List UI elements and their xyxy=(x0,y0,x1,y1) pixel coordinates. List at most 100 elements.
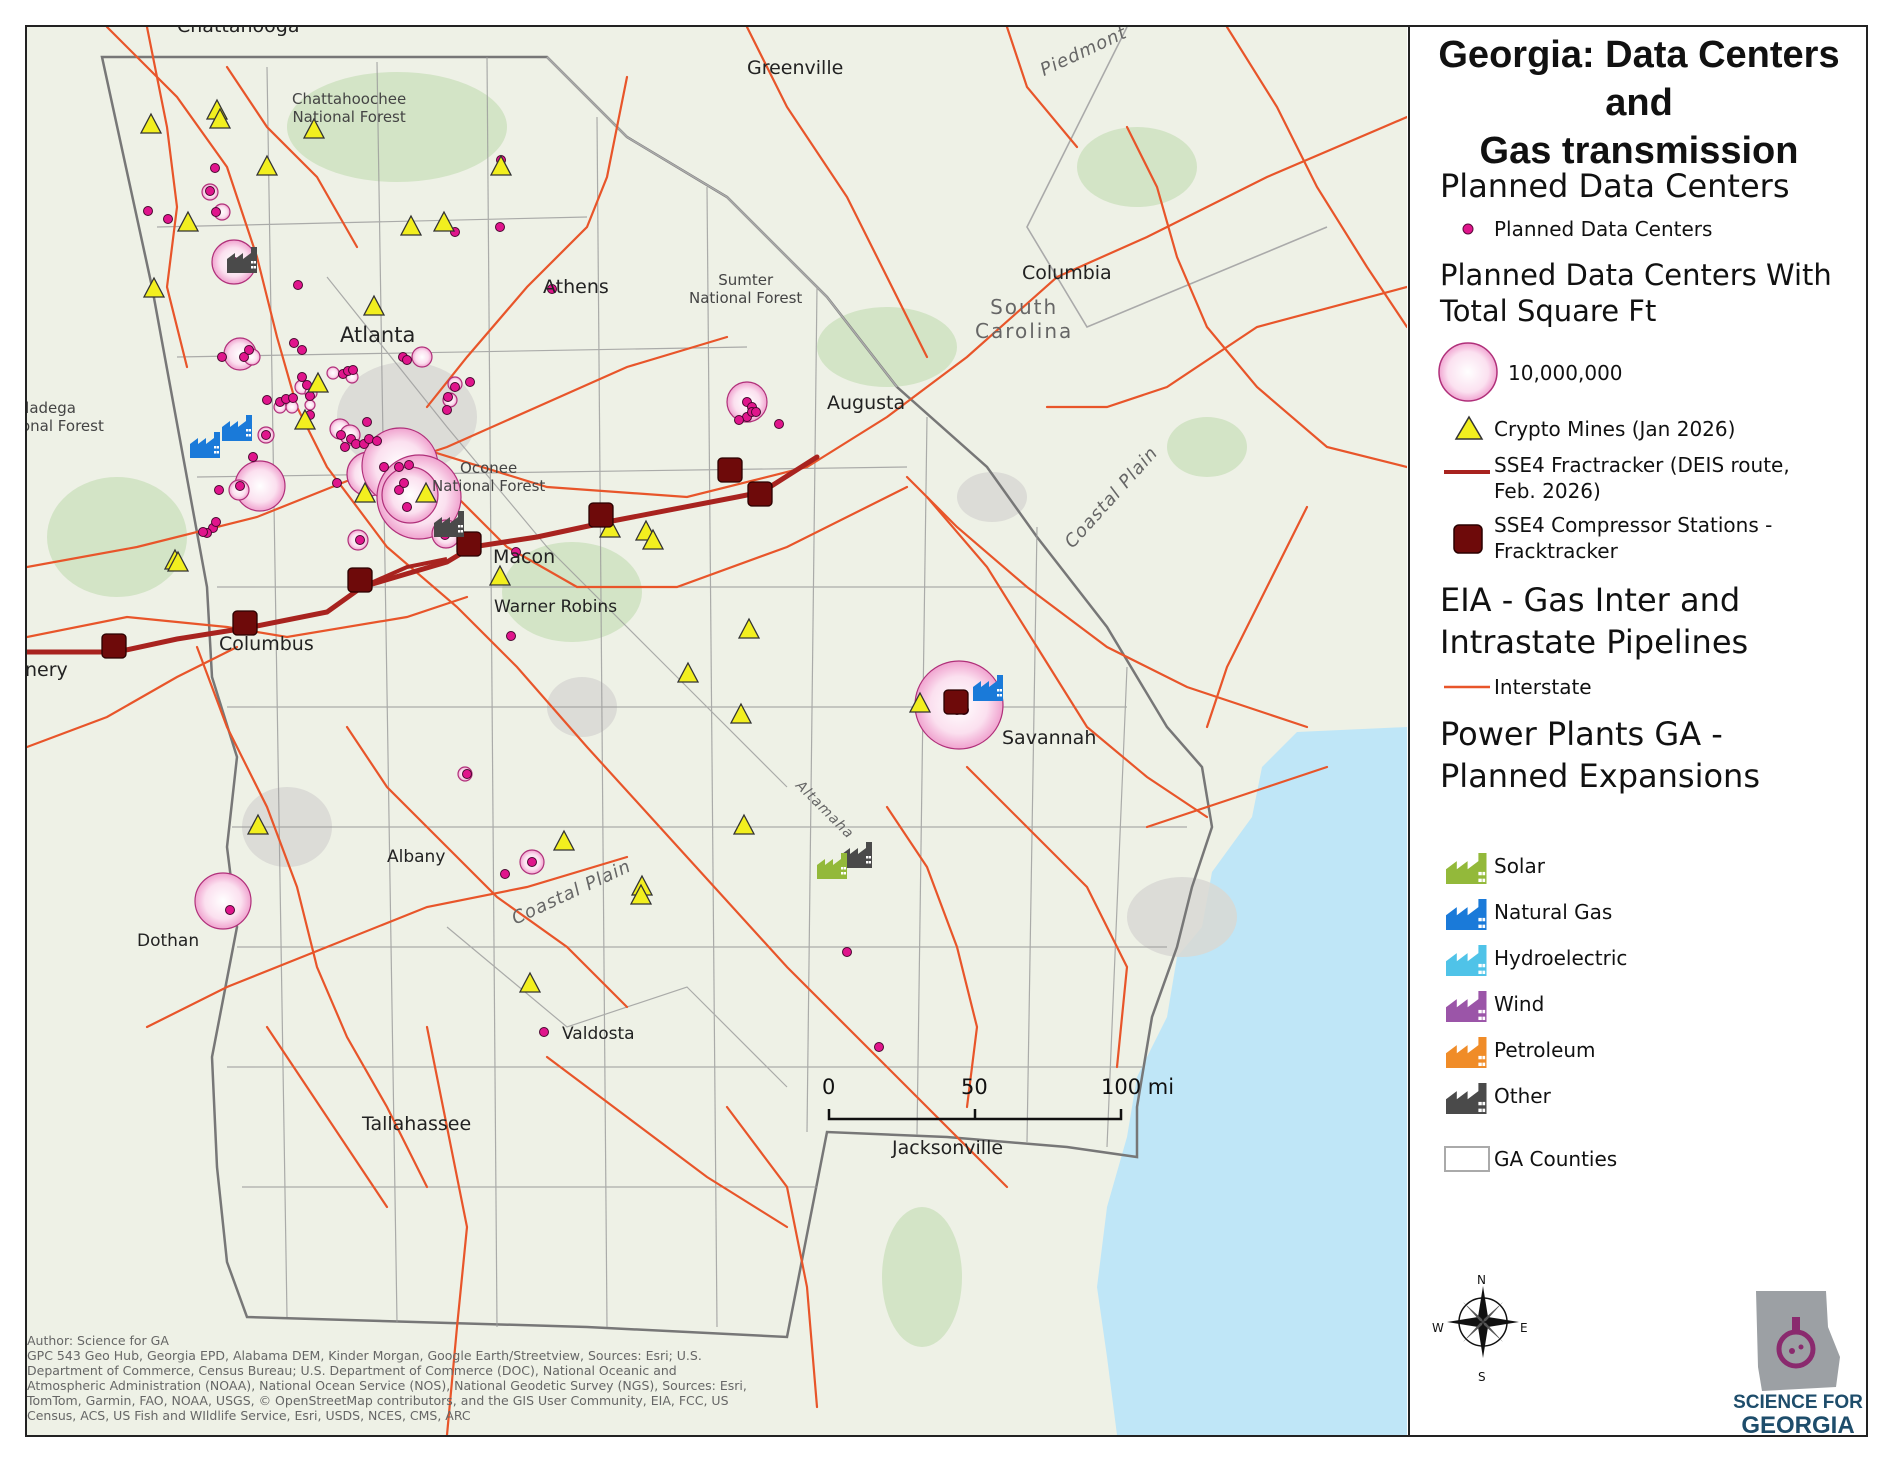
compass-s: S xyxy=(1478,1370,1486,1384)
planned-datacenter-dot[interactable] xyxy=(332,478,342,488)
planned-datacenter-dot[interactable] xyxy=(394,462,404,472)
compressor-station[interactable] xyxy=(717,457,743,483)
map-panel[interactable]: Chattanooga Greenville ChattahoocheeNati… xyxy=(27,27,1407,1435)
label-warner-robins: Warner Robins xyxy=(494,597,618,617)
label-south-carolina: South Carolina xyxy=(975,295,1074,343)
planned-datacenter-dot[interactable] xyxy=(774,419,784,429)
planned-datacenter-dot[interactable] xyxy=(288,393,298,403)
planned-datacenter-dot[interactable] xyxy=(297,345,307,355)
planned-datacenter-dot[interactable] xyxy=(348,365,358,375)
datacenter-sqft-circle[interactable] xyxy=(411,346,433,368)
planned-datacenter-dot[interactable] xyxy=(465,377,475,387)
label-atlanta: Atlanta xyxy=(340,323,416,347)
planned-datacenter-dot[interactable] xyxy=(214,485,224,495)
legend-symbol-sqft-circle xyxy=(1438,342,1498,402)
planned-datacenter-dot[interactable] xyxy=(297,372,307,382)
legend-label-interstate: Interstate xyxy=(1494,675,1592,699)
legend-heading-sqft: Planned Data Centers With Total Square F… xyxy=(1440,258,1832,328)
legend-label-other: Other xyxy=(1494,1084,1551,1108)
datacenter-sqft-circle[interactable] xyxy=(194,872,252,930)
compass-e: E xyxy=(1520,1321,1528,1335)
legend-label-crypto: Crypto Mines (Jan 2026) xyxy=(1494,417,1736,441)
planned-datacenter-dot[interactable] xyxy=(362,417,372,427)
planned-datacenter-dot[interactable] xyxy=(210,163,220,173)
legend-symbol-county xyxy=(1444,1146,1490,1172)
legend-label-compressor: SSE4 Compressor Stations - Fracktracker xyxy=(1494,513,1773,563)
other-plant-icon[interactable] xyxy=(1446,1083,1487,1114)
planned-datacenter-dot[interactable] xyxy=(205,186,215,196)
planned-datacenter-dot[interactable] xyxy=(244,345,254,355)
planned-datacenter-dot[interactable] xyxy=(442,405,452,415)
planned-datacenter-dot[interactable] xyxy=(198,527,208,537)
compressor-station[interactable] xyxy=(943,689,969,715)
scale-label-0: 0 xyxy=(822,1075,836,1099)
planned-datacenter-dot[interactable] xyxy=(336,430,346,440)
planned-datacenter-dot[interactable] xyxy=(235,481,245,491)
label-jacksonville: Jacksonville xyxy=(892,1137,1004,1159)
planned-datacenter-dot[interactable] xyxy=(379,462,389,472)
planned-datacenter-dot[interactable] xyxy=(751,407,761,417)
datacenter-sqft-circle[interactable] xyxy=(304,399,316,411)
compressor-station[interactable] xyxy=(588,502,614,528)
wind-plant-icon[interactable] xyxy=(1446,991,1487,1022)
planned-datacenter-dot[interactable] xyxy=(450,382,460,392)
datacenter-sqft-circle[interactable] xyxy=(326,366,340,380)
planned-datacenter-dot[interactable] xyxy=(372,436,382,446)
planned-datacenter-dot[interactable] xyxy=(495,222,505,232)
legend-symbol-hydro-plant-icon xyxy=(1446,945,1487,976)
planned-datacenter-dot[interactable] xyxy=(443,392,453,402)
planned-datacenter-dot[interactable] xyxy=(225,905,235,915)
planned-datacenter-dot[interactable] xyxy=(842,947,852,957)
label-chattahoochee-forest: Chattahoochee National Forest xyxy=(292,90,407,126)
planned-datacenter-dot[interactable] xyxy=(402,502,412,512)
planned-datacenter-dot[interactable] xyxy=(462,769,472,779)
label-augusta: Augusta xyxy=(827,392,906,414)
petroleum-plant-icon[interactable] xyxy=(1446,1037,1487,1068)
solar-plant-icon[interactable] xyxy=(1446,853,1487,884)
planned-datacenter-dot[interactable] xyxy=(874,1042,884,1052)
natural-gas-plant-icon[interactable] xyxy=(1446,899,1487,930)
planned-datacenter-dot[interactable] xyxy=(399,478,409,488)
planned-datacenter-dot[interactable] xyxy=(211,517,221,527)
hydro-plant-icon[interactable] xyxy=(1446,945,1487,976)
compressor-station[interactable] xyxy=(347,567,373,593)
legend-symbol-datacenter-dot xyxy=(1462,223,1474,235)
legend-heading-eia: EIA - Gas Inter and Intrastate Pipelines xyxy=(1440,581,1749,661)
legend-symbol-sse4-line xyxy=(1444,470,1490,474)
planned-datacenter-dot[interactable] xyxy=(248,452,258,462)
planned-datacenter-dot[interactable] xyxy=(402,355,412,365)
legend-label-petroleum: Petroleum xyxy=(1494,1038,1596,1062)
label-sumter-forest: Sumter National Forest xyxy=(689,271,803,307)
compressor-station[interactable] xyxy=(747,481,773,507)
legend-label-wind: Wind xyxy=(1494,992,1545,1016)
planned-datacenter-dot[interactable] xyxy=(289,338,299,348)
legend-symbol-petroleum-plant-icon xyxy=(1446,1037,1487,1068)
planned-datacenter-dot[interactable] xyxy=(261,430,271,440)
legend-symbol-wind-plant-icon xyxy=(1446,991,1487,1022)
planned-datacenter-dot[interactable] xyxy=(355,535,365,545)
legend-label-natural-gas: Natural Gas xyxy=(1494,900,1613,924)
label-tallahassee: Tallahassee xyxy=(362,1113,472,1135)
planned-datacenter-dot[interactable] xyxy=(506,631,516,641)
planned-datacenter-dot[interactable] xyxy=(305,391,315,401)
planned-datacenter-dot[interactable] xyxy=(734,415,744,425)
label-dothan: Dothan xyxy=(137,931,200,951)
compressor-station[interactable] xyxy=(232,610,258,636)
planned-datacenter-dot[interactable] xyxy=(340,442,350,452)
planned-datacenter-dot[interactable] xyxy=(293,280,303,290)
legend-label-solar: Solar xyxy=(1494,854,1545,878)
planned-datacenter-dot[interactable] xyxy=(163,214,173,224)
compass-w: W xyxy=(1432,1321,1444,1335)
planned-datacenter-dot[interactable] xyxy=(262,395,272,405)
planned-datacenter-dot[interactable] xyxy=(527,857,537,867)
legend-panel: Georgia: Data Centers and Gas transmissi… xyxy=(1408,27,1866,1439)
planned-datacenter-dot[interactable] xyxy=(500,869,510,879)
planned-datacenter-dot[interactable] xyxy=(404,460,414,470)
planned-datacenter-dot[interactable] xyxy=(211,207,221,217)
map-canvas[interactable] xyxy=(27,27,1407,1435)
legend-label-planned: Planned Data Centers xyxy=(1494,217,1713,241)
planned-datacenter-dot[interactable] xyxy=(539,1027,549,1037)
planned-datacenter-dot[interactable] xyxy=(143,206,153,216)
planned-datacenter-dot[interactable] xyxy=(217,352,227,362)
compressor-station[interactable] xyxy=(101,633,127,659)
